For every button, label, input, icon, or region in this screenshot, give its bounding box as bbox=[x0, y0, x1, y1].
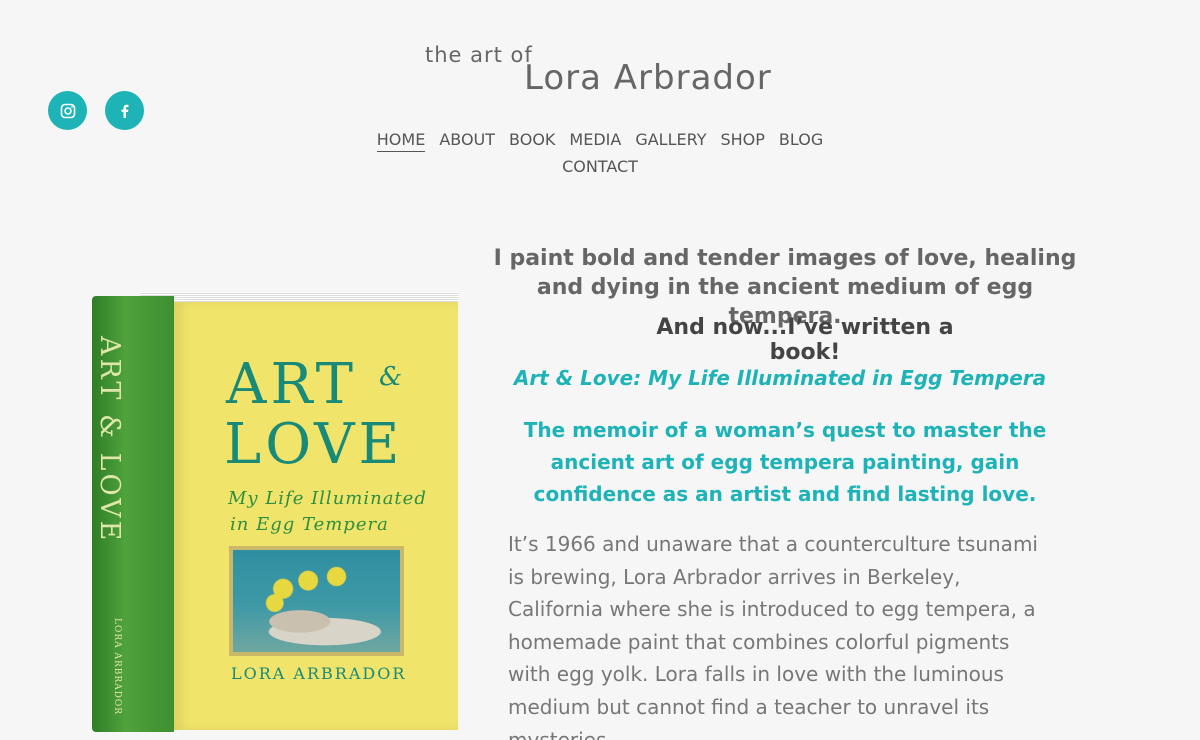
nav-about[interactable]: ABOUT bbox=[439, 126, 495, 153]
facebook-link[interactable] bbox=[105, 91, 144, 130]
cover-subtitle-1: My Life Illuminated bbox=[228, 488, 427, 509]
book-image[interactable]: ART & LOVE LORA ARBRADOR ART & LOVE My L… bbox=[92, 286, 460, 734]
instagram-icon bbox=[60, 103, 75, 118]
intro-paragraph: It’s 1966 and unaware that a countercult… bbox=[508, 532, 1038, 740]
logo-name: Lora Arbrador bbox=[524, 58, 772, 98]
cover-painting bbox=[229, 546, 404, 656]
cover-author: LORA ARBRADOR bbox=[231, 664, 407, 683]
nav-shop[interactable]: SHOP bbox=[720, 126, 764, 153]
nav-blog[interactable]: BLOG bbox=[779, 126, 823, 153]
facebook-icon bbox=[121, 104, 128, 118]
spine-title: ART & LOVE bbox=[94, 336, 125, 544]
instagram-link[interactable] bbox=[48, 91, 87, 130]
nav-contact[interactable]: CONTACT bbox=[562, 153, 638, 180]
page: the art of Lora Arbrador HOME ABOUT BOOK ME… bbox=[0, 0, 1200, 740]
social-links bbox=[48, 91, 144, 130]
logo-tagline: the art of bbox=[425, 43, 533, 67]
book-spine: ART & LOVE LORA ARBRADOR bbox=[92, 296, 174, 732]
subhead: And now...I’ve written a book! bbox=[656, 315, 954, 365]
book-title: Art & Love: My Life Illuminated in Egg T… bbox=[513, 366, 1047, 390]
book-cover: ART & LOVE My Life Illuminated in Egg Te… bbox=[174, 302, 458, 730]
nav-gallery[interactable]: GALLERY bbox=[635, 126, 706, 153]
cover-subtitle-2: in Egg Tempera bbox=[230, 514, 389, 535]
nav-media[interactable]: MEDIA bbox=[569, 126, 621, 153]
book-tagline: The memoir of a woman’s quest to master … bbox=[523, 418, 1047, 506]
main-nav: HOME ABOUT BOOK MEDIA GALLERY SHOP BLOG CONTACT bbox=[350, 126, 850, 180]
cover-ampersand: & bbox=[379, 362, 403, 392]
nav-book[interactable]: BOOK bbox=[509, 126, 555, 153]
cover-title-art: ART bbox=[226, 352, 357, 417]
nav-home[interactable]: HOME bbox=[376, 129, 426, 152]
cover-title-love: LOVE bbox=[224, 412, 404, 477]
spine-author: LORA ARBRADOR bbox=[112, 618, 122, 716]
